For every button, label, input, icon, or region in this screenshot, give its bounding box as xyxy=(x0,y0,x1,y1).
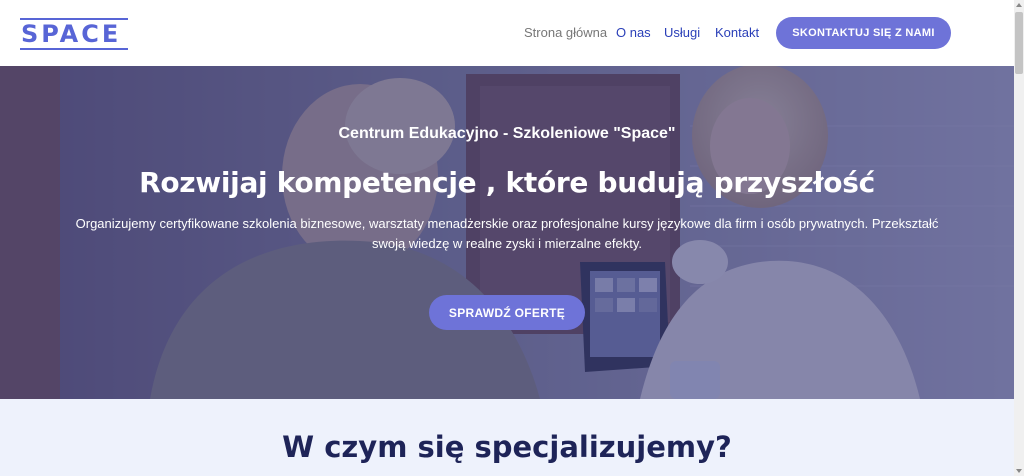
nav-link-services[interactable]: Usługi xyxy=(664,24,700,42)
scroll-down-arrow-icon[interactable] xyxy=(1016,469,1022,473)
logo[interactable]: SPACE xyxy=(20,16,130,52)
hero-eyebrow: Centrum Edukacyjno - Szkoleniowe "Space" xyxy=(338,125,676,142)
nav-link-about[interactable]: O nas xyxy=(616,24,651,42)
logo-text: SPACE xyxy=(21,20,122,48)
nav-link-home[interactable]: Strona główna xyxy=(524,24,607,42)
scrollbar-thumb[interactable] xyxy=(1015,12,1023,74)
logo-bottom-bar xyxy=(20,48,128,50)
scroll-up-arrow-icon[interactable] xyxy=(1016,3,1022,7)
section-title: W czym się specjalizujemy? xyxy=(282,430,732,464)
check-offer-button[interactable]: SPRAWDŹ OFERTĘ xyxy=(429,295,585,330)
site-header: SPACE Strona główna O nas Usługi Kontakt… xyxy=(0,0,1014,66)
specialization-section: W czym się specjalizujemy? xyxy=(0,399,1014,476)
vertical-scrollbar[interactable] xyxy=(1014,0,1024,476)
hero-description: Organizujemy certyfikowane szkolenia biz… xyxy=(75,216,939,251)
nav-link-contact[interactable]: Kontakt xyxy=(715,24,759,42)
hero-section: Centrum Edukacyjno - Szkoleniowe "Space"… xyxy=(0,66,1014,399)
contact-us-button[interactable]: SKONTAKTUJ SIĘ Z NAMI xyxy=(776,17,951,49)
page: SPACE Strona główna O nas Usługi Kontakt… xyxy=(0,0,1014,476)
hero-title: Rozwijaj kompetencje , które budują przy… xyxy=(139,166,875,199)
